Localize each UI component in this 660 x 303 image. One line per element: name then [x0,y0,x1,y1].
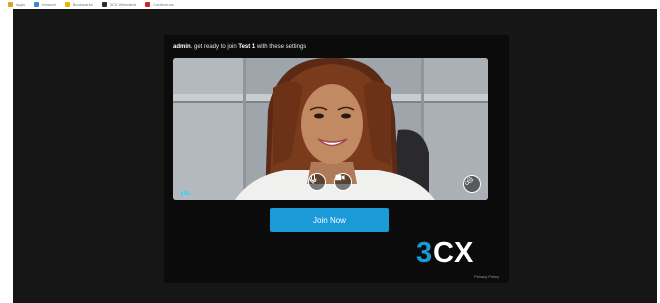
prompt-text: . get ready to join [190,44,239,50]
3cx-logo: 3 CX [416,237,474,267]
bookmark-label: Apps [16,2,26,7]
audio-level-indicator [181,190,190,195]
bookmark-item[interactable]: Conference [145,2,174,7]
bookmarks-bar: Apps Intranet Bookmarks 3CX Webclient Co… [0,0,660,9]
video-camera-icon [335,174,345,181]
microphone-toggle-button[interactable] [308,173,326,191]
bookmark-favicon-icon [64,2,70,7]
logo-text-cx: CX [433,237,474,267]
bookmark-label: Bookmarks [72,2,93,7]
microphone-icon [309,174,317,184]
bookmark-favicon-icon [101,2,107,7]
bookmark-item[interactable]: Bookmarks [64,2,93,7]
username: admin [173,44,191,50]
logo-text-3: 3 [416,237,432,267]
join-meeting-panel: admin. get ready to join Test 1 with the… [164,35,509,283]
bookmark-favicon-icon [34,2,40,7]
bookmark-label: Conference [153,2,174,7]
join-prompt: admin. get ready to join Test 1 with the… [173,44,306,50]
camera-feed-image [173,58,488,200]
conference-page: admin. get ready to join Test 1 with the… [13,9,657,303]
bookmark-label: Intranet [42,2,56,7]
privacy-policy-link[interactable]: Privacy Policy [474,274,499,279]
prompt-suffix: with these settings [255,44,307,50]
bookmark-favicon-icon [145,2,151,7]
bookmark-label: 3CX Webclient [109,2,137,7]
meeting-name: Test 1 [238,44,256,50]
join-now-button[interactable]: Join Now [270,208,389,232]
camera-toggle-button[interactable] [334,173,352,191]
bookmark-favicon-icon [8,2,13,7]
camera-preview [173,58,488,200]
bookmark-item[interactable]: 3CX Webclient [101,2,137,7]
gear-icon [464,177,473,186]
bookmark-item[interactable]: Intranet [34,2,56,7]
bookmark-item[interactable]: Apps [8,2,25,7]
device-settings-button[interactable] [463,175,481,193]
